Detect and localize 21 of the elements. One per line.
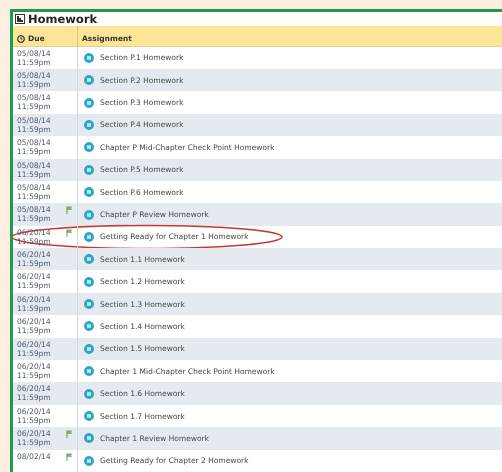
homework-icon — [84, 142, 94, 152]
homework-icon — [84, 411, 94, 422]
homework-icon — [84, 52, 94, 63]
homework-icon — [84, 276, 94, 287]
homework-icon — [84, 210, 94, 220]
homework-icon — [84, 254, 94, 264]
homework-icon — [84, 98, 94, 108]
homework-icon — [84, 366, 94, 376]
homework-icon — [84, 456, 94, 466]
homework-icon — [84, 164, 94, 175]
homework-icon — [84, 120, 94, 130]
homework-icon — [84, 299, 94, 310]
homework-icon — [84, 321, 94, 332]
homework-icon — [84, 344, 94, 354]
homework-icon — [84, 388, 94, 399]
homework-icon — [84, 187, 94, 198]
homework-icon — [84, 433, 94, 444]
panel-title: Homework — [28, 12, 98, 26]
clock-icon — [17, 34, 25, 43]
homework-icon — [84, 75, 94, 86]
homework-icon — [84, 232, 94, 242]
